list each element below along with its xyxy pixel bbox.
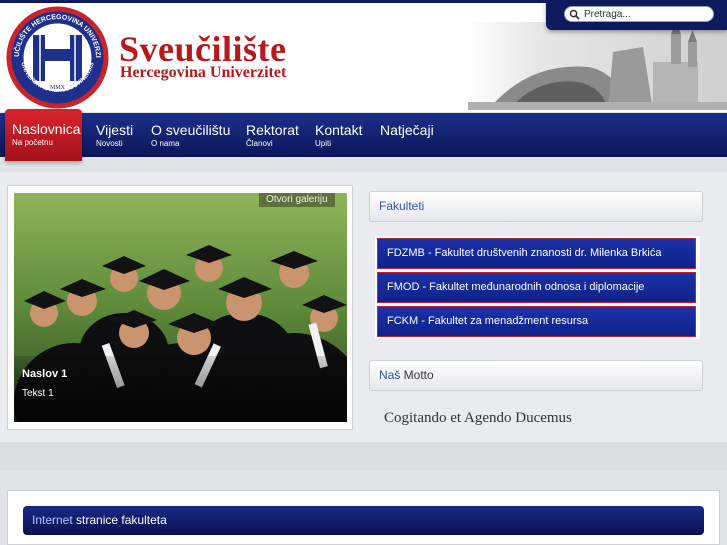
faculty-websites-highlight: Internet xyxy=(32,513,73,527)
motto-heading-highlight: Naš xyxy=(379,368,401,382)
nav-sublabel: Na početnu xyxy=(12,138,53,147)
nav-label: Natječaji xyxy=(380,122,434,138)
faculty-websites-heading: Internet stranice fakulteta xyxy=(23,506,704,535)
motto-heading-rest: Motto xyxy=(400,368,434,382)
faculties-heading: Fakulteti xyxy=(369,191,703,222)
caption-title: Naslov 1 xyxy=(22,368,68,380)
open-gallery-button[interactable]: Otvori galeriju xyxy=(259,193,335,207)
nav-sublabel: Novosti xyxy=(96,139,123,148)
slide-caption: Naslov 1 Tekst 1 xyxy=(14,356,347,422)
header-photo xyxy=(468,22,727,110)
search-icon[interactable] xyxy=(569,9,580,20)
logo-year: MMX xyxy=(50,85,66,91)
faculties-heading-text: Fakulteti xyxy=(379,199,425,213)
nav-item-kontakt[interactable]: Kontakt Upiti xyxy=(315,113,362,157)
nav-sublabel: Upiti xyxy=(315,139,332,148)
university-logo[interactable]: SVEUČILIŠTE HERCEGOVINA UNIVERZITET UNIV… xyxy=(5,5,110,110)
nav-item-o-sveucilistu[interactable]: O sveučilištu O nama xyxy=(151,113,230,157)
nav-sublabel: Članovi xyxy=(246,139,273,148)
search-field[interactable] xyxy=(564,6,714,22)
nav-label: Rektorat xyxy=(246,122,299,138)
gallery-panel: Otvori galeriju Naslov 1 Tekst 1 xyxy=(7,185,353,430)
search-input[interactable] xyxy=(584,8,704,20)
nav-item-naslovnica[interactable]: Naslovnica Na početnu xyxy=(5,109,82,161)
site-title: Sveučilište xyxy=(119,29,287,69)
motto-heading: Naš Motto xyxy=(369,360,703,391)
faculty-link-fmod[interactable]: FMOD - Fakultet međunarodnih odnosa i di… xyxy=(377,272,696,303)
faculty-link-fdzmb[interactable]: FDZMB - Fakultet društvenih znanosti dr.… xyxy=(377,238,696,269)
nav-label: Naslovnica xyxy=(12,121,81,137)
caption-text: Tekst 1 xyxy=(22,388,54,399)
nav-label: O sveučilištu xyxy=(151,122,231,138)
motto-text: Cogitando et Agendo Ducemus xyxy=(384,410,572,426)
search-box xyxy=(546,0,727,30)
gallery-slide[interactable]: Otvori galeriju Naslov 1 Tekst 1 xyxy=(14,193,347,422)
nav-label: Vijesti xyxy=(96,122,134,138)
nav-item-rektorat[interactable]: Rektorat Članovi xyxy=(246,113,299,157)
faculty-link-fckm[interactable]: FCKM - Fakultet za menadžment resursa xyxy=(377,306,696,337)
section-separator xyxy=(0,442,727,470)
main-nav: Naslovnica Na početnu Vijesti Novosti O … xyxy=(0,109,727,161)
site-subtitle: Hercegovina Univerzitet xyxy=(120,64,287,81)
nav-sublabel: O nama xyxy=(151,139,180,148)
nav-label: Kontakt xyxy=(315,122,363,138)
nav-item-vijesti[interactable]: Vijesti Novosti xyxy=(96,113,133,157)
faculty-websites-rest: stranice fakulteta xyxy=(72,513,167,527)
nav-item-natjecaji[interactable]: Natječaji xyxy=(380,113,434,157)
